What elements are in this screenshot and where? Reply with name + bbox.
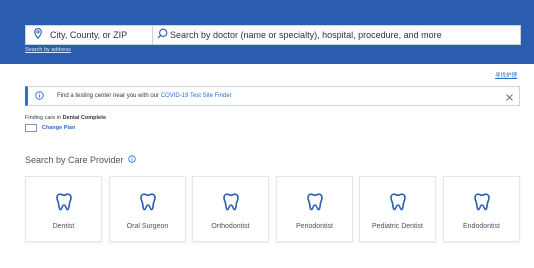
tooth-icon [473,193,490,216]
provider-card-oral-surgeon[interactable]: Oral Surgeon [109,176,186,242]
plan-row: Change Plan [25,124,75,132]
search-bar: City, County, or ZIP Search by doctor (n… [25,25,521,45]
test-site-finder-link[interactable]: COVID-19 Test Site Finder [161,93,232,99]
provider-label: Pediatric Dentist [372,223,423,230]
provider-card-orthodontist[interactable]: Orthodontist [192,176,269,242]
help-icon[interactable] [127,155,136,165]
search-icon [157,26,168,44]
tooth-icon [389,193,406,216]
finding-prefix: Finding care in [25,115,63,121]
tooth-icon [139,193,156,216]
provider-cards: Dentist Oral Surgeon Orthodontist Period… [25,176,520,242]
plan-name: Dental Complete [62,115,107,121]
provider-label: Orthodontist [211,223,250,230]
section-title-text: Search by Care Provider [25,155,124,165]
map-pin-icon [34,26,42,44]
provider-label: Periodontist [296,223,333,230]
tooth-icon [306,193,323,216]
provider-label: Dentist [52,223,75,230]
provider-card-dentist[interactable]: Dentist [25,176,102,242]
tooth-icon [222,193,239,216]
covid-banner: Find a testing center near you with our … [25,86,520,106]
plan-badge [25,124,37,132]
tooth-icon [55,193,72,216]
provider-label: Endodontist [463,223,500,230]
location-input[interactable]: City, County, or ZIP [26,26,153,44]
location-placeholder: City, County, or ZIP [50,30,128,40]
change-plan-link[interactable]: Change Plan [42,125,75,131]
provider-card-periodontist[interactable]: Periodontist [276,176,353,242]
language-link[interactable]: 寻找护理 [495,71,517,79]
provider-card-endodontist[interactable]: Endodontist [443,176,520,242]
banner-text: Find a testing center near you with our … [57,93,232,99]
search-by-address-link[interactable]: Search by address [25,47,71,53]
info-icon [35,87,44,105]
banner-text-prefix: Find a testing center near you with our [57,93,161,99]
section-title: Search by Care Provider [25,155,136,165]
search-input[interactable]: Search by doctor (name or specialty), ho… [153,26,520,44]
plan-context: Finding care in Dental Complete [25,115,106,121]
provider-label: Oral Surgeon [126,223,169,230]
provider-card-pediatric-dentist[interactable]: Pediatric Dentist [359,176,436,242]
search-placeholder: Search by doctor (name or specialty), ho… [170,30,442,40]
close-icon[interactable] [504,90,515,108]
